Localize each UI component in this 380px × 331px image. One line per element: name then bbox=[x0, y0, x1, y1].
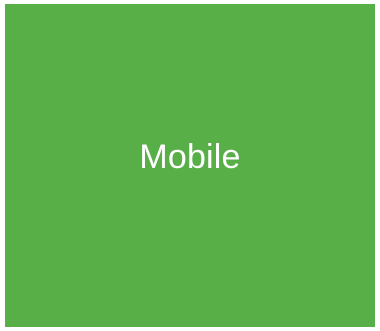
mobile-tile[interactable]: Mobile bbox=[5, 4, 375, 327]
tile-label: Mobile bbox=[139, 138, 241, 176]
page-frame: Mobile bbox=[0, 0, 380, 331]
